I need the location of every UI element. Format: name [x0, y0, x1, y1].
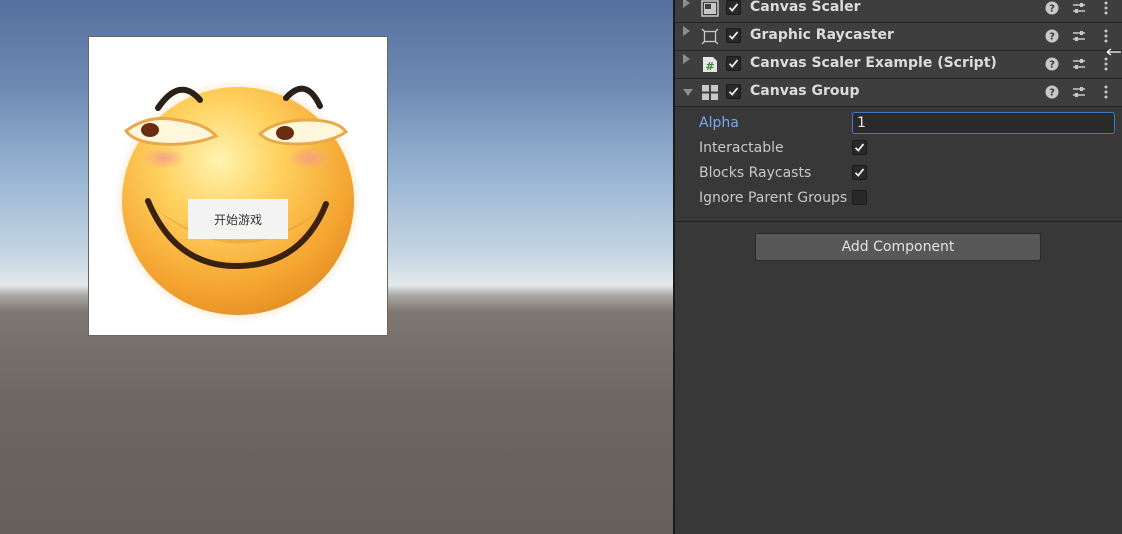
component-header-canvas-scaler-example-script[interactable]: # Canvas Scaler Example (Script) ?: [675, 51, 1122, 79]
interactable-checkbox[interactable]: [852, 140, 867, 155]
game-view: 开始游戏: [0, 0, 673, 534]
interactable-row: Interactable: [699, 137, 1119, 159]
component-enabled-checkbox[interactable]: [726, 28, 741, 43]
kebab-menu-icon[interactable]: [1098, 56, 1114, 72]
ignore-parent-groups-row: Ignore Parent Groups: [699, 187, 1119, 209]
svg-text:?: ?: [1049, 88, 1055, 99]
svg-text:?: ?: [1049, 4, 1055, 15]
component-title: Graphic Raycaster: [750, 27, 894, 43]
canvas-group-icon: [702, 85, 718, 100]
blocks-raycasts-label: Blocks Raycasts: [699, 165, 812, 181]
kebab-menu-icon[interactable]: [1098, 84, 1114, 100]
checkmark-icon: [728, 59, 739, 68]
component-header-canvas-group[interactable]: Canvas Group ?: [675, 79, 1122, 107]
component-header-graphic-raycaster[interactable]: Graphic Raycaster ?: [675, 23, 1122, 51]
checkmark-icon: [728, 3, 739, 12]
help-icon[interactable]: ?: [1044, 28, 1060, 44]
divider: [675, 221, 1122, 222]
svg-text:#: #: [705, 60, 714, 73]
component-title: Canvas Scaler Example (Script): [750, 55, 997, 71]
start-game-button[interactable]: 开始游戏: [188, 199, 288, 239]
ignore-parent-groups-label: Ignore Parent Groups: [699, 190, 848, 206]
component-enabled-checkbox[interactable]: [726, 0, 741, 15]
checkmark-icon: [728, 31, 739, 40]
kebab-menu-icon[interactable]: [1098, 28, 1114, 44]
checkmark-icon: [728, 87, 739, 96]
kebab-menu-icon[interactable]: [1098, 0, 1114, 16]
script-icon: #: [703, 57, 717, 73]
alpha-row: Alpha: [699, 112, 1119, 134]
svg-text:?: ?: [1049, 32, 1055, 43]
svg-text:?: ?: [1049, 60, 1055, 71]
help-icon[interactable]: ?: [1044, 56, 1060, 72]
help-icon[interactable]: ?: [1044, 84, 1060, 100]
add-component-button[interactable]: Add Component: [755, 233, 1041, 261]
presets-icon[interactable]: [1071, 84, 1087, 100]
blocks-raycasts-row: Blocks Raycasts: [699, 162, 1119, 184]
checkmark-icon: [854, 168, 865, 177]
component-title: Canvas Scaler: [750, 0, 861, 15]
presets-icon[interactable]: [1071, 28, 1087, 44]
alpha-input[interactable]: [852, 112, 1115, 134]
component-header-canvas-scaler[interactable]: Canvas Scaler ?: [675, 0, 1122, 23]
ignore-parent-groups-checkbox[interactable]: [852, 190, 867, 205]
presets-icon[interactable]: [1071, 56, 1087, 72]
raycaster-icon: [701, 28, 719, 45]
alpha-label: Alpha: [699, 115, 739, 131]
component-enabled-checkbox[interactable]: [726, 56, 741, 71]
help-icon[interactable]: ?: [1044, 0, 1060, 16]
blocks-raycasts-checkbox[interactable]: [852, 165, 867, 180]
inspector-panel: Canvas Scaler ? Graphic Raycaster ? # Ca…: [675, 0, 1122, 534]
interactable-label: Interactable: [699, 140, 784, 156]
foldout-arrow-icon[interactable]: [683, 26, 690, 36]
resize-cursor-icon: [1106, 48, 1121, 56]
smiley-face-icon: [114, 79, 362, 323]
checkmark-icon: [854, 143, 865, 152]
presets-icon[interactable]: [1071, 0, 1087, 16]
foldout-arrow-icon[interactable]: [683, 0, 690, 8]
foldout-arrow-icon[interactable]: [683, 54, 690, 64]
canvas-scaler-icon: [701, 0, 719, 17]
component-title: Canvas Group: [750, 83, 860, 99]
ui-panel: 开始游戏: [88, 36, 388, 336]
component-enabled-checkbox[interactable]: [726, 84, 741, 99]
foldout-arrow-icon[interactable]: [683, 89, 693, 96]
